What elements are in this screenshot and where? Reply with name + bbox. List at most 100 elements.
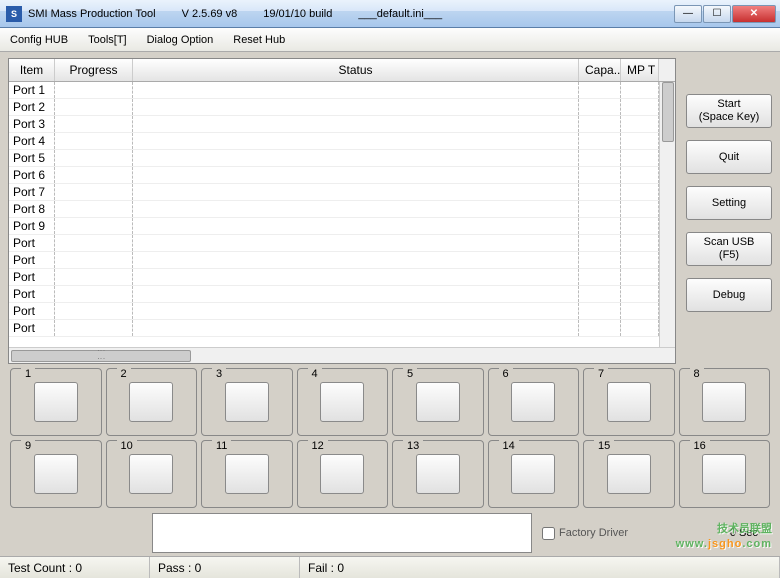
cell-capa <box>579 99 621 115</box>
menu-tools[interactable]: Tools[T] <box>84 32 131 48</box>
cell-progress <box>55 167 133 183</box>
slot-number: 13 <box>403 440 423 452</box>
slot-button-2[interactable] <box>129 382 173 422</box>
horizontal-scrollbar[interactable] <box>9 347 675 363</box>
cell-mpt <box>621 235 659 251</box>
slot-number: 7 <box>594 368 608 380</box>
status-bar: Test Count : 0 Pass : 0 Fail : 0 <box>0 556 780 578</box>
table-row[interactable]: Port 5 <box>9 150 659 167</box>
table-row[interactable]: Port 13 <box>9 286 659 303</box>
table-row[interactable]: Port 14 <box>9 303 659 320</box>
slot-button-12[interactable] <box>320 454 364 494</box>
slot-button-16[interactable] <box>702 454 746 494</box>
close-button[interactable]: ✕ <box>732 5 776 23</box>
cell-mpt <box>621 167 659 183</box>
cell-mpt <box>621 201 659 217</box>
slot-5: 5 <box>392 368 484 436</box>
cell-status <box>133 133 579 149</box>
table-row[interactable]: Port 8 <box>9 201 659 218</box>
scan-label: Scan USB <box>704 236 755 249</box>
table-row[interactable]: Port 3 <box>9 116 659 133</box>
col-capacity[interactable]: Capa... <box>579 59 621 81</box>
slot-button-14[interactable] <box>511 454 555 494</box>
cell-mpt <box>621 303 659 319</box>
cell-status <box>133 235 579 251</box>
cell-item: Port 9 <box>9 218 55 234</box>
menu-config-hub[interactable]: Config HUB <box>6 32 72 48</box>
cell-capa <box>579 82 621 98</box>
slot-button-1[interactable] <box>34 382 78 422</box>
slot-13: 13 <box>392 440 484 508</box>
main-area: Item Progress Status Capa... MP T Port 1… <box>0 52 780 364</box>
factory-driver-checkbox[interactable]: Factory Driver <box>542 527 628 540</box>
menu-reset-hub[interactable]: Reset Hub <box>229 32 289 48</box>
start-label: Start <box>717 98 740 111</box>
cell-progress <box>55 320 133 336</box>
cell-mpt <box>621 99 659 115</box>
slot-number: 4 <box>308 368 322 380</box>
scan-usb-button[interactable]: Scan USB (F5) <box>686 232 772 266</box>
slot-4: 4 <box>297 368 389 436</box>
minimize-button[interactable]: — <box>674 5 702 23</box>
slot-number: 6 <box>499 368 513 380</box>
status-fail: Fail : 0 <box>300 557 780 578</box>
table-row[interactable]: Port 9 <box>9 218 659 235</box>
table-row[interactable]: Port 2 <box>9 99 659 116</box>
slot-3: 3 <box>201 368 293 436</box>
col-status[interactable]: Status <box>133 59 579 81</box>
table-row[interactable]: Port 15 <box>9 320 659 337</box>
slot-button-6[interactable] <box>511 382 555 422</box>
cell-item: Port 14 <box>9 303 55 319</box>
table-row[interactable]: Port 12 <box>9 269 659 286</box>
menu-dialog-option[interactable]: Dialog Option <box>143 32 218 48</box>
cell-mpt <box>621 116 659 132</box>
table-row[interactable]: Port 10 <box>9 235 659 252</box>
debug-button[interactable]: Debug <box>686 278 772 312</box>
vertical-scrollbar[interactable] <box>659 82 675 347</box>
cell-mpt <box>621 320 659 336</box>
slot-button-8[interactable] <box>702 382 746 422</box>
table-row[interactable]: Port 1 <box>9 82 659 99</box>
table-row[interactable]: Port 11 <box>9 252 659 269</box>
app-version: V 2.5.69 v8 <box>182 8 238 20</box>
cell-status <box>133 252 579 268</box>
slot-number: 1 <box>21 368 35 380</box>
slot-button-7[interactable] <box>607 382 651 422</box>
side-buttons: Start (Space Key) Quit Setting Scan USB … <box>686 58 772 364</box>
status-test-count: Test Count : 0 <box>0 557 150 578</box>
quit-button[interactable]: Quit <box>686 140 772 174</box>
cell-mpt <box>621 286 659 302</box>
slot-button-13[interactable] <box>416 454 460 494</box>
start-sub: (Space Key) <box>699 111 760 124</box>
cell-progress <box>55 133 133 149</box>
cell-item: Port 7 <box>9 184 55 200</box>
slot-button-9[interactable] <box>34 454 78 494</box>
slot-button-15[interactable] <box>607 454 651 494</box>
cell-capa <box>579 320 621 336</box>
factory-driver-check[interactable] <box>542 527 555 540</box>
col-mpt[interactable]: MP T <box>621 59 659 81</box>
cell-item: Port 12 <box>9 269 55 285</box>
cell-item: Port 8 <box>9 201 55 217</box>
slot-button-11[interactable] <box>225 454 269 494</box>
slot-button-5[interactable] <box>416 382 460 422</box>
slot-number: 8 <box>690 368 704 380</box>
slot-button-3[interactable] <box>225 382 269 422</box>
col-item[interactable]: Item <box>9 59 55 81</box>
maximize-button[interactable]: ☐ <box>703 5 731 23</box>
slot-number: 15 <box>594 440 614 452</box>
setting-button[interactable]: Setting <box>686 186 772 220</box>
start-button[interactable]: Start (Space Key) <box>686 94 772 128</box>
table-row[interactable]: Port 4 <box>9 133 659 150</box>
factory-driver-label: Factory Driver <box>559 527 628 539</box>
cell-mpt <box>621 252 659 268</box>
slot-number: 11 <box>212 440 231 452</box>
table-row[interactable]: Port 7 <box>9 184 659 201</box>
col-progress[interactable]: Progress <box>55 59 133 81</box>
table-row[interactable]: Port 6 <box>9 167 659 184</box>
slot-button-4[interactable] <box>320 382 364 422</box>
cell-mpt <box>621 269 659 285</box>
slot-button-10[interactable] <box>129 454 173 494</box>
slot-16: 16 <box>679 440 771 508</box>
cell-capa <box>579 218 621 234</box>
